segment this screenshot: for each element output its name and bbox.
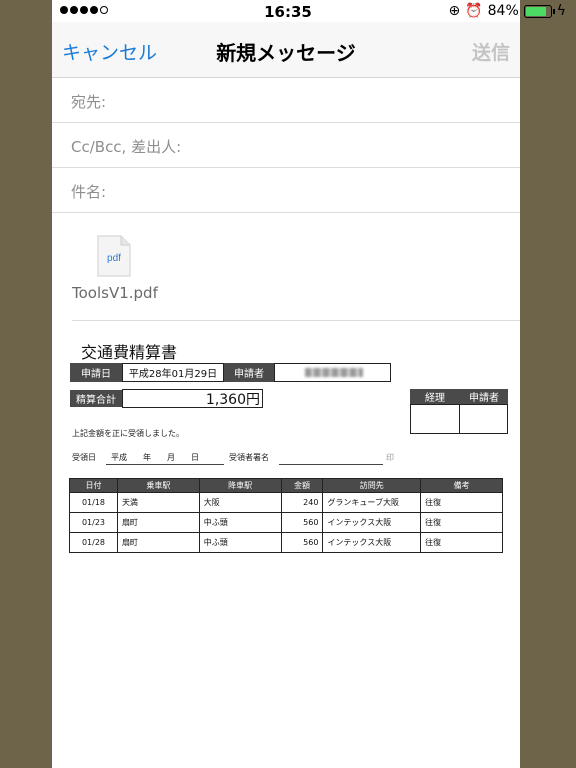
subject-field[interactable]: 件名:	[52, 168, 520, 213]
cell-notes: 往復	[420, 512, 503, 533]
table-row: 01/18 天満 大阪 240 グランキューブ大阪 往復	[69, 492, 503, 513]
col-destination: 訪問先	[322, 478, 422, 493]
received-text: 上記金額を正に受領しました。	[72, 429, 184, 438]
charging-icon: ϟ	[556, 3, 566, 19]
attachment-name[interactable]: ToolsV1.pdf	[72, 284, 158, 302]
page-title: 新規メッセージ	[216, 41, 356, 65]
cell-destination: インテックス大阪	[322, 532, 422, 553]
status-bar: 16:35 ⊕ ⏰ 84% ϟ	[0, 0, 576, 22]
subject-label: 件名:	[71, 183, 107, 201]
cell-notes: 往復	[420, 492, 503, 513]
cell-amount: 560	[280, 532, 324, 553]
cell-amount: 240	[280, 492, 324, 513]
navigation-bar: キャンセル 新規メッセージ 送信	[52, 22, 520, 78]
rotation-lock-icon: ⊕	[448, 3, 461, 19]
total-amount: 1,360円	[122, 389, 263, 408]
cell-date: 01/23	[69, 512, 118, 533]
cell-date: 01/18	[69, 492, 118, 513]
col-notes: 備考	[420, 478, 503, 493]
signature-label: 受領者署名	[229, 453, 269, 462]
table-row: 01/23 扇町 中ふ頭 560 インテックス大阪 往復	[69, 512, 503, 533]
applicant-stamp-box	[459, 404, 508, 434]
cell-alighting: 中ふ頭	[198, 532, 282, 553]
pdf-icon-label: pdf	[107, 253, 121, 264]
received-date-label: 受領日	[72, 453, 96, 462]
applicant-name-blurred	[305, 368, 363, 377]
attachment-divider	[72, 320, 520, 321]
col-amount: 金額	[280, 478, 324, 493]
trips-table: 日付 乗車駅 降車駅 金額 訪問先 備考 01/18 天満 大阪 240 グラン…	[69, 478, 503, 553]
to-field[interactable]: 宛先:	[52, 78, 520, 123]
apply-date-label: 申請日	[70, 363, 122, 382]
col-alighting-station: 降車駅	[198, 478, 282, 493]
cell-alighting: 中ふ頭	[198, 512, 282, 533]
send-button[interactable]: 送信	[472, 38, 510, 65]
cell-date: 01/28	[69, 532, 118, 553]
battery-icon	[523, 4, 555, 18]
cell-destination: インテックス大阪	[322, 512, 422, 533]
cell-destination: グランキューブ大阪	[322, 492, 422, 513]
cell-amount: 560	[280, 512, 324, 533]
accounting-stamp-box	[410, 404, 460, 434]
table-header-row: 日付 乗車駅 降車駅 金額 訪問先 備考	[69, 478, 503, 493]
total-label: 精算合計	[70, 390, 122, 407]
accounting-stamp-label: 経理	[410, 389, 460, 404]
cc-bcc-label: Cc/Bcc, 差出人:	[71, 138, 182, 156]
alarm-icon: ⏰	[465, 3, 483, 19]
col-boarding-station: 乗車駅	[116, 478, 200, 493]
cell-boarding: 扇町	[116, 512, 200, 533]
status-right: ⊕ ⏰ 84% ϟ	[448, 3, 566, 19]
pdf-file-icon[interactable]: pdf	[97, 235, 131, 277]
table-row: 01/28 扇町 中ふ頭 560 インテックス大阪 往復	[69, 532, 503, 553]
signature-underline	[279, 464, 383, 465]
apply-date-value: 平成28年01月29日	[122, 363, 224, 382]
cell-boarding: 天満	[116, 492, 200, 513]
applicant-label: 申請者	[224, 363, 274, 382]
to-label: 宛先:	[71, 93, 107, 111]
cell-notes: 往復	[420, 532, 503, 553]
battery-percent: 84%	[487, 3, 519, 19]
seal-mark: 印	[386, 453, 394, 462]
applicant-stamp-label: 申請者	[460, 389, 508, 404]
col-date: 日付	[69, 478, 118, 493]
received-date-value: 平成 年 月 日	[111, 453, 199, 462]
cell-boarding: 扇町	[116, 532, 200, 553]
cc-bcc-from-field[interactable]: Cc/Bcc, 差出人:	[52, 123, 520, 168]
cell-alighting: 大阪	[198, 492, 282, 513]
received-date-underline	[106, 464, 224, 465]
document-title: 交通費精算書	[81, 343, 178, 362]
